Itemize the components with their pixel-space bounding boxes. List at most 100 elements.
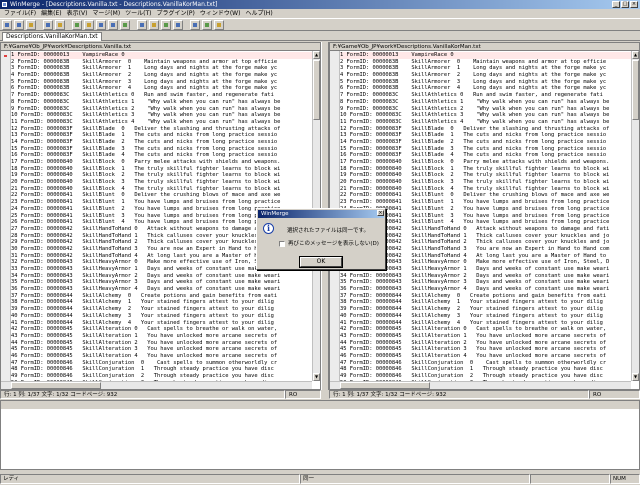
text-line[interactable]: 41 FormID: 00000844 SkillAlchemy 4 Your … <box>340 320 631 327</box>
text-line[interactable]: 46 FormID: 00000845 SkillAlteration 4 Yo… <box>340 353 631 360</box>
text-line[interactable]: 6 FormID: 0000083B SkillArmorer 4 Long d… <box>11 85 312 92</box>
text-line[interactable]: 47 FormID: 00000846 SkillConjuration 0 C… <box>11 360 312 367</box>
text-line[interactable]: 37 FormID: 00000844 SkillAlchemy 0 Creat… <box>340 293 631 300</box>
text-line[interactable]: 39 FormID: 00000844 SkillAlchemy 2 Your … <box>340 306 631 313</box>
text-line[interactable]: 6 FormID: 0000083B SkillArmorer 4 Long d… <box>340 85 631 92</box>
left-location-gutter[interactable] <box>1 51 11 381</box>
text-line[interactable]: 37 FormID: 00000844 SkillAlchemy 0 Creat… <box>11 293 312 300</box>
text-line[interactable]: 9 FormID: 0000083C SkillAthletics 2 "Why… <box>340 106 631 113</box>
menu-item[interactable]: プラグイン(P) <box>157 9 195 18</box>
scroll-up-icon[interactable]: ▲ <box>313 51 320 59</box>
prev-diff-icon[interactable] <box>84 20 94 30</box>
minimize-button[interactable]: _ <box>612 1 620 8</box>
copy-all-right-icon[interactable] <box>161 20 171 30</box>
next-diff-icon[interactable] <box>108 20 118 30</box>
text-line[interactable]: 38 FormID: 00000844 SkillAlchemy 1 Your … <box>11 299 312 306</box>
text-line[interactable]: 20 FormID: 00000840 SkillBlock 3 The tru… <box>340 179 631 186</box>
scroll-up-icon[interactable]: ▲ <box>632 51 639 59</box>
menu-item[interactable]: 編集(E) <box>41 9 61 18</box>
text-line[interactable]: 18 FormID: 00000840 SkillBlock 1 The tru… <box>11 166 312 173</box>
text-line[interactable]: 7 FormID: 0000083C SkillAthletics 0 Run … <box>11 92 312 99</box>
diff-pane[interactable] <box>0 400 640 470</box>
dialog-close-button[interactable]: × <box>377 210 384 216</box>
text-line[interactable]: 10 FormID: 0000083C SkillAthletics 3 "Wh… <box>11 112 312 119</box>
text-line[interactable]: 21 FormID: 00000840 SkillBlock 4 The tru… <box>11 186 312 193</box>
options-icon[interactable] <box>190 20 200 30</box>
text-line[interactable]: 18 FormID: 00000840 SkillBlock 1 The tru… <box>340 166 631 173</box>
text-line[interactable]: 12 FormID: 0000083F SkillBlade 0 Deliver… <box>340 126 631 133</box>
text-line[interactable]: 38 FormID: 00000844 SkillAlchemy 1 Your … <box>340 299 631 306</box>
text-line[interactable]: 48 FormID: 00000846 SkillConjuration 1 T… <box>11 366 312 373</box>
text-line[interactable]: 11 FormID: 0000083C SkillAthletics 4 "Wh… <box>340 119 631 126</box>
text-line[interactable]: 14 FormID: 0000083F SkillBlade 2 The cut… <box>11 139 312 146</box>
text-line[interactable]: 47 FormID: 00000846 SkillConjuration 0 C… <box>340 360 631 367</box>
text-line[interactable]: 45 FormID: 00000845 SkillAlteration 3 Yo… <box>340 346 631 353</box>
scroll-thumb[interactable] <box>632 60 639 120</box>
text-line[interactable]: 19 FormID: 00000840 SkillBlock 2 The tru… <box>340 172 631 179</box>
text-line[interactable]: 40 FormID: 00000844 SkillAlchemy 3 Your … <box>340 313 631 320</box>
copy-right-icon[interactable] <box>137 20 147 30</box>
scroll-thumb[interactable] <box>11 382 101 389</box>
text-line[interactable]: 17 FormID: 00000840 SkillBlock 0 Parry m… <box>340 159 631 166</box>
text-line[interactable]: 16 FormID: 0000083F SkillBlade 4 The cut… <box>11 152 312 159</box>
menu-item[interactable]: ファイル(F) <box>4 9 36 18</box>
ok-button[interactable]: OK <box>299 256 343 268</box>
open-icon[interactable] <box>14 20 24 30</box>
text-line[interactable]: 35 FormID: 00000843 SkillHeavyArmor 3 Da… <box>11 279 312 286</box>
text-line[interactable]: 15 FormID: 0000083F SkillBlade 3 The cut… <box>340 146 631 153</box>
save-icon[interactable] <box>26 20 36 30</box>
text-line[interactable]: 34 FormID: 00000843 SkillHeavyArmor 2 Da… <box>340 273 631 280</box>
text-line[interactable]: 43 FormID: 00000845 SkillAlteration 1 Yo… <box>11 333 312 340</box>
text-line[interactable]: 5 FormID: 0000083B SkillArmorer 3 Long d… <box>340 79 631 86</box>
text-line[interactable]: 49 FormID: 00000846 SkillConjuration 2 T… <box>11 373 312 380</box>
text-line[interactable]: 42 FormID: 00000845 SkillAlteration 0 Ca… <box>11 326 312 333</box>
left-horizontal-scrollbar[interactable] <box>1 381 312 389</box>
text-line[interactable]: 44 FormID: 00000845 SkillAlteration 2 Yo… <box>340 340 631 347</box>
text-line[interactable]: 41 FormID: 00000844 SkillAlchemy 4 Your … <box>11 320 312 327</box>
menu-item[interactable]: マージ(M) <box>92 9 120 18</box>
text-line[interactable]: 36 FormID: 00000843 SkillHeavyArmor 4 Da… <box>340 286 631 293</box>
text-line[interactable]: 5 FormID: 0000083B SkillArmorer 3 Long d… <box>11 79 312 86</box>
copy-left-icon[interactable] <box>149 20 159 30</box>
menu-item[interactable]: ツール(T) <box>125 9 151 18</box>
text-line[interactable]: 7 FormID: 0000083C SkillAthletics 0 Run … <box>340 92 631 99</box>
text-line[interactable]: 45 FormID: 00000845 SkillAlteration 3 Yo… <box>11 346 312 353</box>
dont-show-again-checkbox[interactable] <box>279 241 285 247</box>
scroll-down-icon[interactable]: ▼ <box>632 373 639 381</box>
text-line[interactable]: 49 FormID: 00000846 SkillConjuration 2 T… <box>340 373 631 380</box>
text-line[interactable]: 40 FormID: 00000844 SkillAlchemy 3 Your … <box>11 313 312 320</box>
text-line[interactable]: 16 FormID: 0000083F SkillBlade 4 The cut… <box>340 152 631 159</box>
text-line[interactable]: 4 FormID: 0000083B SkillArmorer 2 Long d… <box>340 72 631 79</box>
text-line[interactable]: 1 FormID: 00000013 VampireRace 0 <box>340 52 631 59</box>
text-line[interactable]: 8 FormID: 0000083C SkillAthletics 1 "Why… <box>11 99 312 106</box>
copy-all-left-icon[interactable] <box>173 20 183 30</box>
text-line[interactable]: 22 FormID: 00000841 SkillBlunt 0 Deliver… <box>11 192 312 199</box>
scroll-down-icon[interactable]: ▼ <box>313 373 320 381</box>
text-line[interactable]: 3 FormID: 0000083B SkillArmorer 1 Long d… <box>340 65 631 72</box>
text-line[interactable]: 36 FormID: 00000843 SkillHeavyArmor 4 Da… <box>11 286 312 293</box>
text-line[interactable]: 23 FormID: 00000841 SkillBlunt 1 You hav… <box>11 199 312 206</box>
new-icon[interactable] <box>2 20 12 30</box>
text-line[interactable]: 14 FormID: 0000083F SkillBlade 2 The cut… <box>340 139 631 146</box>
text-line[interactable]: 20 FormID: 00000840 SkillBlock 3 The tru… <box>11 179 312 186</box>
text-line[interactable]: 48 FormID: 00000846 SkillConjuration 1 T… <box>340 366 631 373</box>
text-line[interactable]: 21 FormID: 00000840 SkillBlock 4 The tru… <box>340 186 631 193</box>
text-line[interactable]: 9 FormID: 0000083C SkillAthletics 2 "Why… <box>11 106 312 113</box>
text-line[interactable]: 34 FormID: 00000843 SkillHeavyArmor 2 Da… <box>11 273 312 280</box>
text-line[interactable]: 46 FormID: 00000845 SkillAlteration 4 Yo… <box>11 353 312 360</box>
text-line[interactable]: 15 FormID: 0000083F SkillBlade 3 The cut… <box>11 146 312 153</box>
undo-icon[interactable] <box>43 20 53 30</box>
help-icon[interactable] <box>214 20 224 30</box>
right-horizontal-scrollbar[interactable] <box>330 381 631 389</box>
text-line[interactable]: 42 FormID: 00000845 SkillAlteration 0 Ca… <box>340 326 631 333</box>
text-line[interactable]: 12 FormID: 0000083F SkillBlade 0 Deliver… <box>11 126 312 133</box>
text-line[interactable]: 13 FormID: 0000083F SkillBlade 1 The cut… <box>11 132 312 139</box>
dont-show-again-label[interactable]: 再びこのメッセージを表示しない(D) <box>288 241 379 248</box>
refresh-icon[interactable] <box>202 20 212 30</box>
text-line[interactable]: 23 FormID: 00000841 SkillBlunt 1 You hav… <box>340 199 631 206</box>
current-diff-icon[interactable] <box>96 20 106 30</box>
right-vertical-scrollbar[interactable]: ▲ ▼ <box>631 51 639 381</box>
text-line[interactable]: 43 FormID: 00000845 SkillAlteration 1 Yo… <box>340 333 631 340</box>
text-line[interactable]: 10 FormID: 0000083C SkillAthletics 3 "Wh… <box>340 112 631 119</box>
last-diff-icon[interactable] <box>120 20 130 30</box>
